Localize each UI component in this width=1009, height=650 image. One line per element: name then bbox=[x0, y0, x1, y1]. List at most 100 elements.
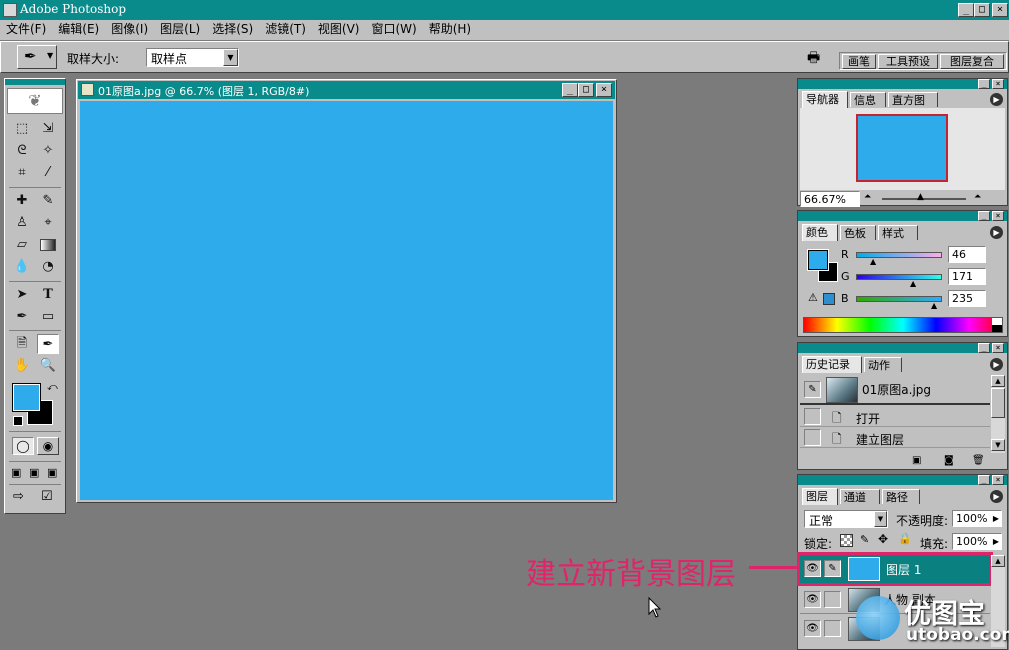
slider-handle-icon[interactable]: ▲ bbox=[917, 192, 924, 202]
lock-position-icon[interactable]: ✥ bbox=[878, 532, 888, 546]
zoom-in-icon[interactable]: ⏶ bbox=[974, 192, 981, 202]
menu-file[interactable]: 文件(F) bbox=[0, 20, 52, 38]
panel-minimize-button[interactable]: _ bbox=[978, 343, 990, 353]
slider-handle-icon[interactable]: ▲ bbox=[870, 257, 876, 266]
gradient-tool-icon[interactable] bbox=[37, 235, 59, 255]
screen-mode-full-icon[interactable]: ▣ bbox=[47, 466, 57, 479]
chevron-down-icon[interactable]: ▼ bbox=[874, 511, 887, 527]
palette-well-tab-tool-presets[interactable]: 工具预设 bbox=[878, 54, 938, 69]
color-spectrum-bar[interactable] bbox=[803, 317, 1003, 333]
chevron-right-icon[interactable]: ▶ bbox=[993, 511, 999, 527]
panel-menu-icon[interactable]: ▶ bbox=[990, 358, 1003, 371]
tab-history[interactable]: 历史记录 bbox=[802, 356, 862, 373]
slice-tool-icon[interactable]: ⁄ bbox=[37, 163, 59, 183]
new-document-from-state-icon[interactable]: ▣ bbox=[912, 455, 921, 466]
slider-handle-icon[interactable]: ▲ bbox=[931, 301, 937, 310]
tab-paths[interactable]: 路径 bbox=[882, 489, 920, 504]
eye-visibility-icon[interactable]: 👁 bbox=[804, 620, 821, 637]
screen-mode-menubar-icon[interactable]: ▣ bbox=[29, 466, 39, 479]
document-canvas[interactable] bbox=[80, 101, 613, 500]
chevron-down-icon[interactable]: ▼ bbox=[223, 49, 238, 66]
tab-layers[interactable]: 图层 bbox=[802, 488, 838, 505]
tab-swatches[interactable]: 色板 bbox=[840, 225, 876, 240]
brush-tool-icon[interactable]: ✎ bbox=[37, 191, 59, 211]
menu-image[interactable]: 图像(I) bbox=[105, 20, 154, 38]
scroll-thumb[interactable] bbox=[991, 388, 1005, 418]
crop-tool-icon[interactable]: ⌗ bbox=[11, 163, 33, 183]
history-step[interactable]: 🗋 打开 bbox=[800, 407, 990, 427]
default-colors-icon[interactable] bbox=[13, 416, 23, 426]
lock-all-icon[interactable]: 🔒 bbox=[898, 532, 912, 545]
history-scrollbar[interactable]: ▲ ▼ bbox=[991, 375, 1005, 453]
eye-visibility-icon[interactable]: 👁 bbox=[804, 560, 821, 577]
feather-logo-icon[interactable]: ❦ bbox=[7, 88, 63, 114]
layer-row-selected[interactable]: 👁 ✎ 图层 1 bbox=[797, 552, 993, 586]
menu-help[interactable]: 帮助(H) bbox=[423, 20, 477, 38]
tab-color[interactable]: 颜色 bbox=[802, 224, 838, 241]
slider-handle-icon[interactable]: ▲ bbox=[910, 279, 916, 288]
panel-close-button[interactable]: × bbox=[992, 211, 1004, 221]
document-maximize-button[interactable]: □ bbox=[578, 83, 594, 97]
new-snapshot-icon[interactable]: ◙ bbox=[944, 455, 954, 466]
document-close-button[interactable]: × bbox=[596, 83, 612, 97]
blur-tool-icon[interactable]: 💧 bbox=[11, 257, 33, 277]
menu-view[interactable]: 视图(V) bbox=[312, 20, 366, 38]
tab-info[interactable]: 信息 bbox=[850, 92, 886, 107]
standard-mode-button[interactable]: ◯ bbox=[12, 437, 34, 455]
panel-menu-icon[interactable]: ▶ bbox=[990, 226, 1003, 239]
history-step[interactable]: 🗋 建立图层 bbox=[800, 428, 990, 448]
move-tool-icon[interactable]: ⇲ bbox=[37, 119, 59, 139]
palette-well-tab-layer-comps[interactable]: 图层复合 bbox=[940, 54, 1004, 69]
hand-tool-icon[interactable]: ✋ bbox=[11, 356, 33, 376]
chevron-right-icon[interactable]: ▶ bbox=[993, 534, 999, 550]
menu-layer[interactable]: 图层(L) bbox=[154, 20, 206, 38]
eye-visibility-icon[interactable]: 👁 bbox=[804, 591, 821, 608]
scroll-down-icon[interactable]: ▼ bbox=[991, 439, 1005, 451]
layer-link-box[interactable] bbox=[824, 620, 841, 637]
lock-transparency-icon[interactable] bbox=[840, 534, 853, 547]
brush-link-icon[interactable]: ✎ bbox=[824, 560, 841, 577]
fill-field[interactable]: 100% ▶ bbox=[952, 533, 1002, 550]
g-slider[interactable] bbox=[856, 274, 942, 280]
foreground-color-swatch[interactable] bbox=[12, 383, 41, 412]
palette-well-tab-brushes[interactable]: 画笔 bbox=[842, 54, 876, 69]
scroll-up-icon[interactable]: ▲ bbox=[991, 375, 1005, 387]
b-slider[interactable] bbox=[856, 296, 942, 302]
r-slider[interactable] bbox=[856, 252, 942, 258]
history-brush-icon[interactable]: ⌖ bbox=[37, 213, 59, 233]
color-fg-swatch[interactable] bbox=[807, 249, 829, 271]
eyedropper-tool-icon[interactable]: ✒ bbox=[37, 334, 59, 354]
marquee-tool-icon[interactable]: ⬚ bbox=[11, 119, 33, 139]
menu-edit[interactable]: 编辑(E) bbox=[52, 20, 105, 38]
panel-minimize-button[interactable]: _ bbox=[978, 79, 990, 89]
screen-mode-standard-icon[interactable]: ▣ bbox=[11, 466, 21, 479]
zoom-tool-icon[interactable]: 🔍 bbox=[37, 356, 59, 376]
trash-icon[interactable]: 🗑 bbox=[972, 455, 985, 466]
history-snapshot[interactable]: ✎ 01原图a.jpg bbox=[800, 375, 990, 405]
navigator-thumbnail[interactable] bbox=[856, 114, 948, 182]
gamut-warning-icon[interactable]: ⚠ bbox=[808, 291, 818, 304]
jump-to-imageready-icon[interactable]: ⇨ bbox=[13, 489, 24, 504]
magic-wand-icon[interactable]: ✧ bbox=[37, 141, 59, 161]
sample-size-select[interactable]: 取样点 ▼ bbox=[146, 48, 239, 67]
gamut-color-swatch[interactable] bbox=[823, 293, 835, 305]
panel-menu-icon[interactable]: ▶ bbox=[990, 93, 1003, 106]
tab-styles[interactable]: 样式 bbox=[878, 225, 918, 240]
g-value-field[interactable]: 171 bbox=[948, 268, 986, 285]
history-brush-source-icon[interactable] bbox=[804, 429, 821, 446]
maximize-button[interactable]: □ bbox=[974, 3, 990, 17]
document-minimize-button[interactable]: _ bbox=[562, 83, 578, 97]
panel-menu-icon[interactable]: ▶ bbox=[990, 490, 1003, 503]
panel-minimize-button[interactable]: _ bbox=[978, 475, 990, 485]
tool-preset-picker[interactable]: ✒ ▼ bbox=[17, 45, 57, 69]
tab-histogram[interactable]: 直方图 bbox=[888, 92, 938, 107]
type-tool-icon[interactable]: T bbox=[37, 285, 59, 305]
swap-colors-icon[interactable]: ⤺ bbox=[47, 382, 58, 393]
notes-tool-icon[interactable]: 🗎 bbox=[11, 334, 33, 354]
panel-close-button[interactable]: × bbox=[992, 343, 1004, 353]
file-browser-icon[interactable]: 🖶 bbox=[807, 47, 829, 67]
quick-mask-button[interactable]: ◉ bbox=[37, 437, 59, 455]
scroll-up-icon[interactable]: ▲ bbox=[991, 555, 1005, 567]
opacity-field[interactable]: 100% ▶ bbox=[952, 510, 1002, 527]
b-value-field[interactable]: 235 bbox=[948, 290, 986, 307]
